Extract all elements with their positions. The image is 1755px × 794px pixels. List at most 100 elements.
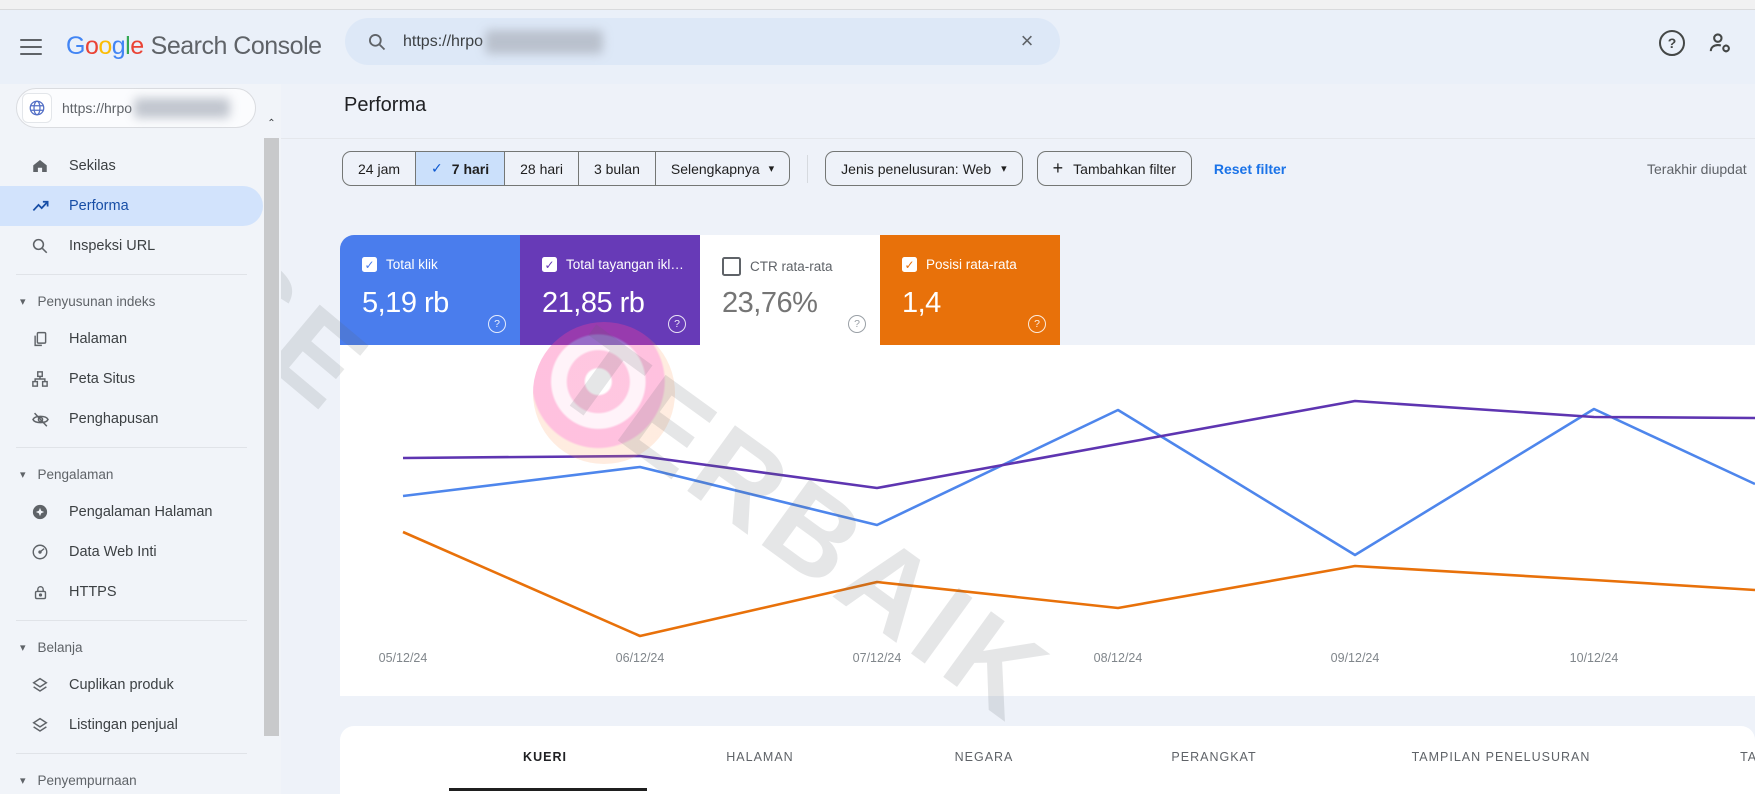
help-icon[interactable]: ?	[1028, 315, 1046, 333]
sidebar-item-label: Sekilas	[69, 158, 116, 174]
chart-x-axis-labels: 05/12/24 06/12/24 07/12/24 08/12/24 09/12/24…	[340, 345, 1755, 696]
chevron-down-icon: ▾	[1001, 163, 1007, 175]
date-range-28-hari[interactable]: 28 hari	[505, 152, 579, 185]
section-label: Pengalaman	[37, 466, 114, 482]
clear-search-icon[interactable]: ×	[1012, 26, 1042, 56]
sidebar-item-label: Penghapusan	[69, 411, 159, 427]
reset-filter-link[interactable]: Reset filter	[1214, 161, 1286, 177]
page-experience-icon	[30, 503, 50, 521]
help-icon[interactable]: ?	[1659, 30, 1685, 56]
check-icon: ✓	[431, 160, 443, 176]
date-range-24-jam[interactable]: 24 jam	[343, 152, 417, 185]
google-logo-letter: e	[130, 32, 144, 60]
sidebar-item-sekilas[interactable]: Sekilas	[0, 146, 263, 186]
add-filter-button[interactable]: + Tambahkan filter	[1036, 151, 1192, 186]
pages-icon	[30, 330, 50, 348]
sidebar-nav: Sekilas Performa Inspeksi URL ▾ Penyusun…	[0, 146, 263, 794]
sidebar-item-performa[interactable]: Performa	[0, 186, 263, 226]
hamburger-menu-icon[interactable]	[20, 39, 44, 56]
filter-bar: 24 jam ✓ 7 hari 28 hari 3 bulan Selengkap…	[342, 151, 1286, 186]
sidebar-item-label: HTTPS	[69, 584, 117, 600]
product-name: Search Console	[150, 32, 322, 60]
sitemaps-icon	[30, 370, 50, 388]
lock-icon	[30, 584, 50, 601]
performance-icon	[30, 197, 50, 216]
help-icon[interactable]: ?	[668, 315, 686, 333]
sidebar-scrollbar[interactable]: ⌃	[263, 118, 280, 794]
x-axis-tick-label: 08/12/24	[1093, 651, 1143, 665]
sidebar-divider	[16, 753, 247, 754]
x-axis-tick-label: 10/12/24	[1569, 651, 1619, 665]
property-selector[interactable]: https://hrpo	[16, 88, 256, 128]
metric-label: Posisi rata-rata	[926, 257, 1017, 272]
checkbox-unchecked[interactable]	[722, 257, 741, 276]
sidebar-section-belanja[interactable]: ▾ Belanja	[0, 629, 263, 665]
tab-halaman[interactable]: HALAMAN	[726, 750, 793, 764]
checkbox-checked[interactable]: ✓	[902, 257, 917, 272]
checkbox-checked[interactable]: ✓	[542, 257, 557, 272]
browser-edge-strip	[0, 0, 1755, 10]
sidebar-item-pengalaman-halaman[interactable]: Pengalaman Halaman	[0, 492, 263, 532]
sidebar-item-label: Data Web Inti	[69, 544, 157, 560]
sidebar-item-cuplikan-produk[interactable]: Cuplikan produk	[0, 665, 263, 705]
section-label: Penyempurnaan	[37, 772, 137, 788]
button-label: 28 hari	[520, 160, 563, 177]
metric-card-ctr[interactable]: CTR rata-rata 23,76% ?	[700, 235, 880, 345]
date-range-selengkapnya[interactable]: Selengkapnya ▾	[656, 152, 789, 185]
button-label: 3 bulan	[593, 160, 640, 177]
sidebar-section-penyempurnaan[interactable]: ▾ Penyempurnaan	[0, 762, 263, 794]
metric-card-total-klik[interactable]: ✓ Total klik 5,19 rb ?	[340, 235, 520, 345]
tab-tampilan-penelusuran[interactable]: TAMPILAN PENELUSURAN	[1412, 750, 1591, 764]
metric-value: 23,76%	[722, 287, 818, 319]
scrollbar-up-arrow-icon[interactable]: ⌃	[263, 118, 280, 134]
button-label: 7 hari	[451, 160, 490, 177]
sidebar-item-https[interactable]: HTTPS	[0, 572, 263, 612]
sidebar-item-label: Listingan penjual	[69, 717, 178, 733]
sidebar-item-data-web-inti[interactable]: Data Web Inti	[0, 532, 263, 572]
tab-tanggal[interactable]: TANGGAL	[1740, 750, 1755, 764]
metric-card-posisi[interactable]: ✓ Posisi rata-rata 1,4 ?	[880, 235, 1060, 345]
sidebar-item-label: Halaman	[69, 331, 128, 347]
sidebar-item-listingan-penjual[interactable]: Listingan penjual	[0, 705, 263, 745]
metric-card-total-tayangan[interactable]: ✓ Total tayangan ikl… 21,85 rb ?	[520, 235, 700, 345]
app-logo[interactable]: Google Search Console	[66, 32, 322, 61]
sidebar-divider	[16, 274, 247, 275]
sidebar-item-penghapusan[interactable]: Penghapusan	[0, 399, 263, 439]
sidebar-item-label: Peta Situs	[69, 371, 136, 387]
chevron-down-icon: ▾	[20, 774, 26, 787]
performance-chart[interactable]: 05/12/24 06/12/24 07/12/24 08/12/24 09/12/24…	[340, 345, 1755, 696]
sidebar-item-peta-situs[interactable]: Peta Situs	[0, 359, 263, 399]
metric-value: 1,4	[902, 287, 941, 319]
search-type-filter-button[interactable]: Jenis penelusuran: Web ▾	[825, 151, 1023, 186]
date-range-7-hari[interactable]: ✓ 7 hari	[416, 152, 506, 185]
sidebar-item-inspeksi-url[interactable]: Inspeksi URL	[0, 226, 263, 266]
sidebar-section-pengalaman[interactable]: ▾ Pengalaman	[0, 456, 263, 492]
tab-kueri[interactable]: KUERI	[523, 750, 567, 764]
date-range-3-bulan[interactable]: 3 bulan	[579, 152, 656, 185]
globe-icon	[22, 93, 52, 123]
sidebar-section-penyusunan-indeks[interactable]: ▾ Penyusunan indeks	[0, 283, 263, 319]
removals-icon	[30, 410, 50, 429]
tab-negara[interactable]: NEGARA	[955, 750, 1014, 764]
help-icon[interactable]: ?	[848, 315, 866, 333]
redacted-property-blur	[134, 98, 231, 118]
metric-label: Total klik	[386, 257, 438, 272]
section-label: Penyusunan indeks	[37, 293, 156, 309]
scrollbar-thumb[interactable]	[264, 138, 279, 736]
help-icon[interactable]: ?	[488, 315, 506, 333]
section-label: Belanja	[37, 639, 83, 655]
x-axis-tick-label: 05/12/24	[378, 651, 428, 665]
sidebar-item-label: Performa	[69, 198, 129, 214]
active-tab-underline	[449, 788, 647, 791]
chevron-down-icon: ▾	[768, 163, 775, 175]
chevron-down-icon: ▾	[20, 295, 26, 308]
property-search-input[interactable]: https://hrpo ×	[345, 18, 1060, 65]
google-logo-letter: o	[98, 32, 112, 60]
button-label: Tambahkan filter	[1073, 160, 1176, 177]
chevron-down-icon: ▾	[20, 641, 26, 654]
account-settings-icon[interactable]	[1707, 30, 1733, 56]
checkbox-checked[interactable]: ✓	[362, 257, 377, 272]
tab-perangkat[interactable]: PERANGKAT	[1171, 750, 1256, 764]
sidebar-item-halaman[interactable]: Halaman	[0, 319, 263, 359]
button-label: Selengkapnya	[670, 160, 760, 177]
